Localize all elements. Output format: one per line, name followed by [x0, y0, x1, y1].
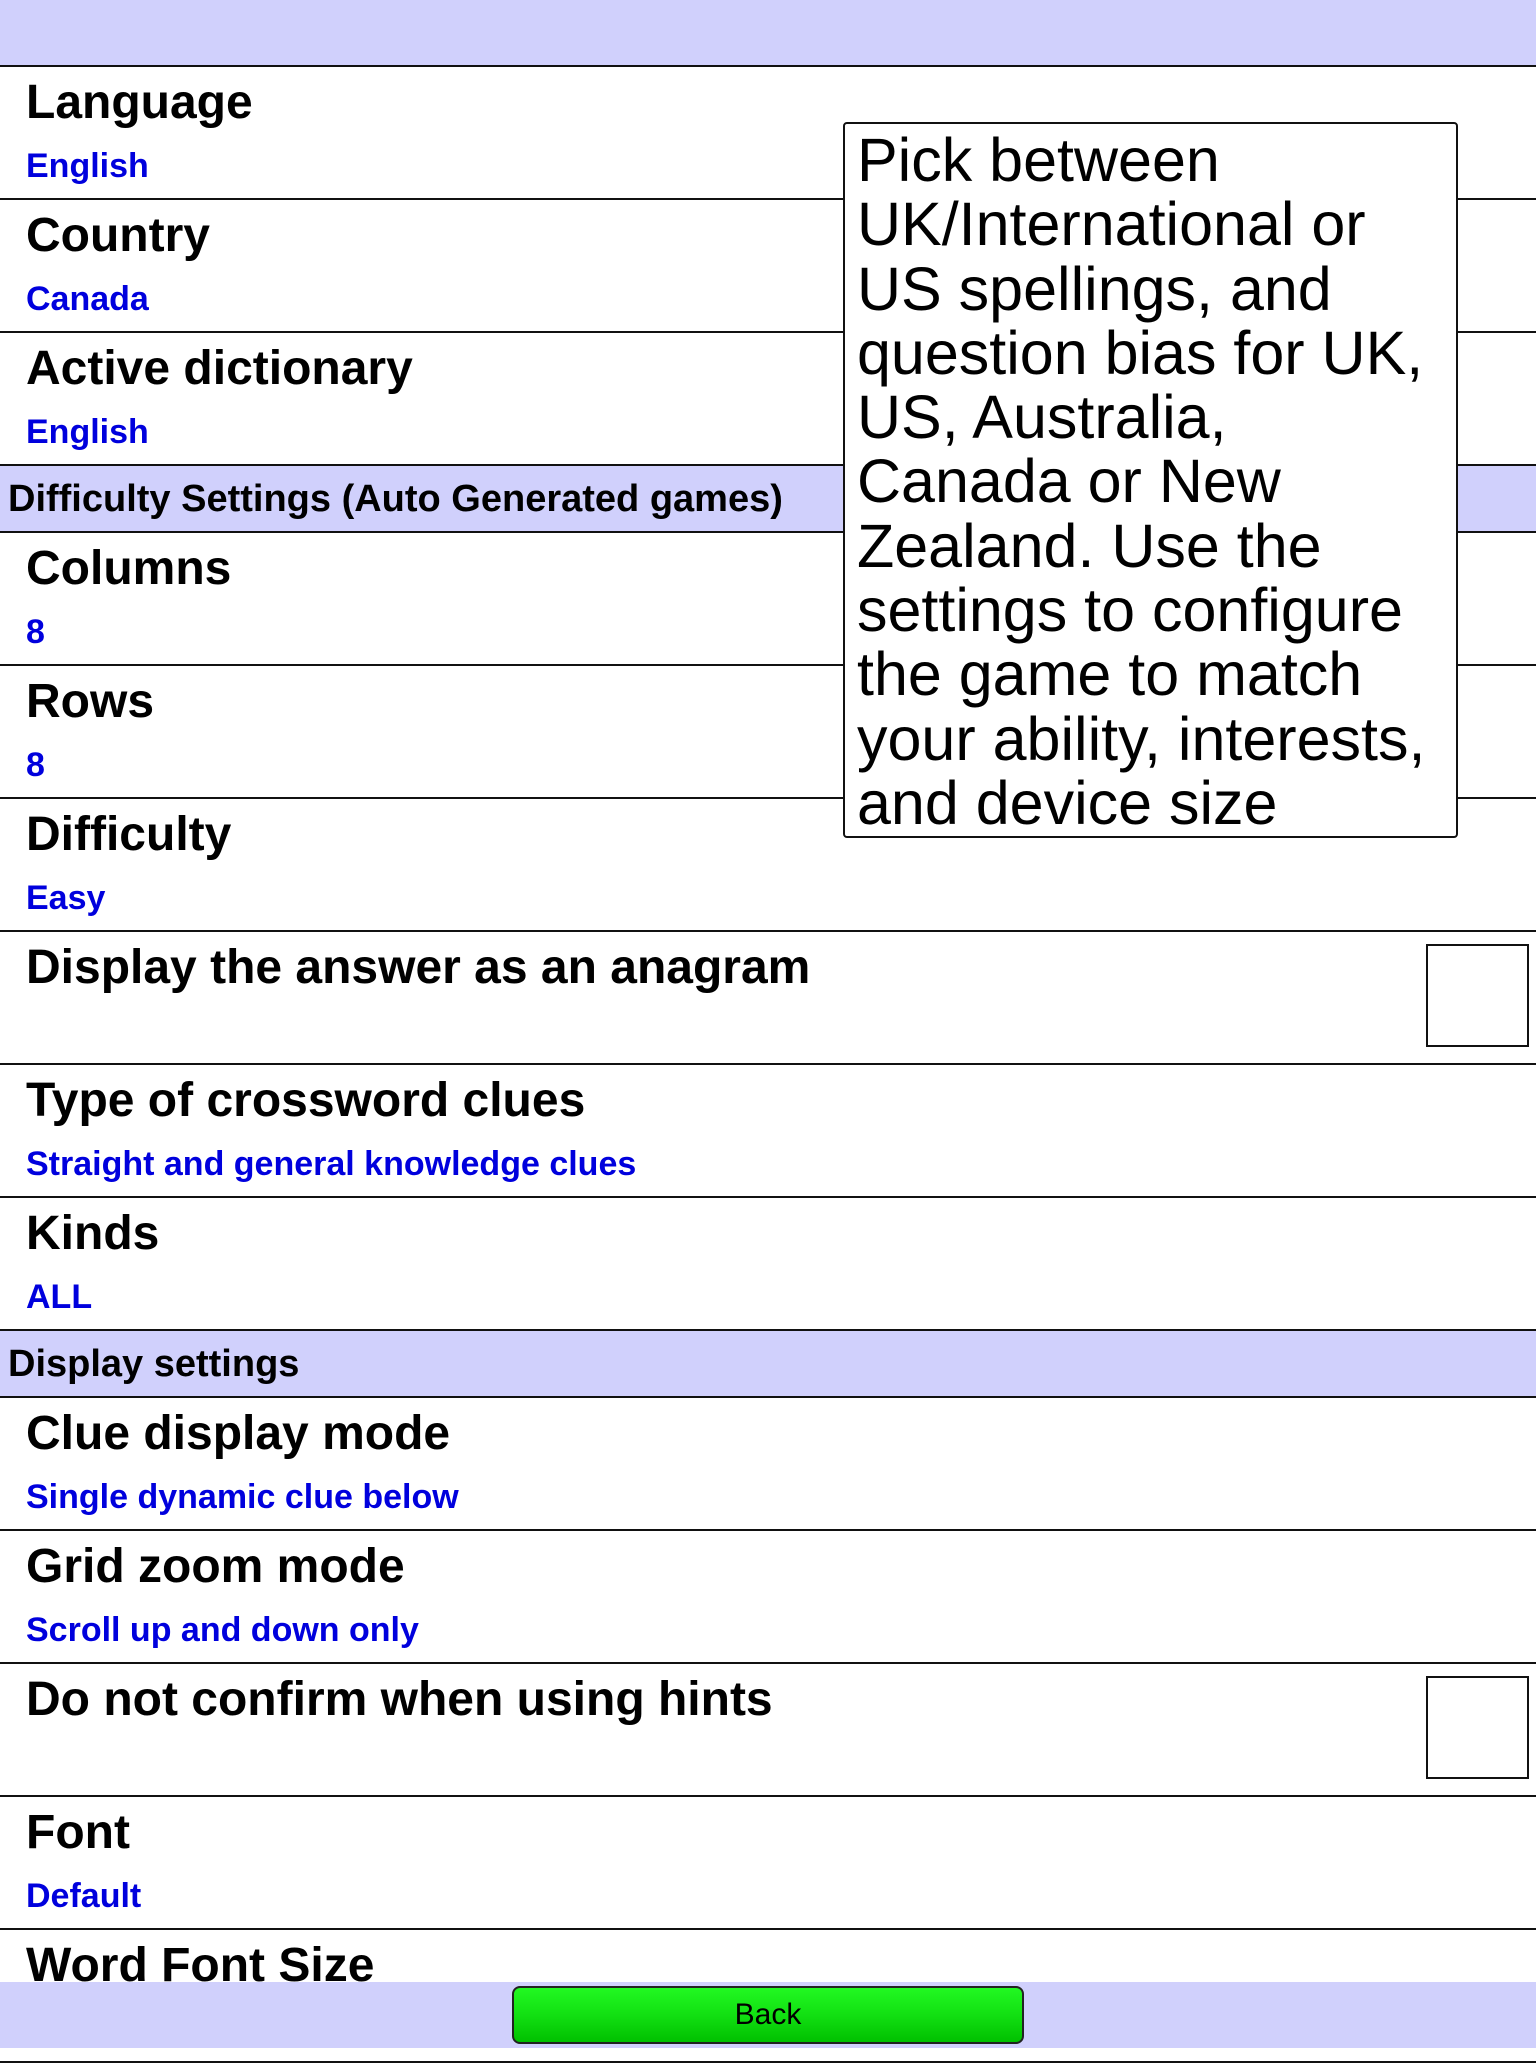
section-label: Display settings	[8, 1343, 300, 1385]
setting-title: Type of crossword clues	[26, 1074, 586, 1127]
top-bar	[0, 0, 1536, 67]
setting-title: Active dictionary	[26, 342, 413, 395]
setting-title: Language	[26, 76, 253, 129]
setting-value: English	[26, 147, 149, 185]
setting-title: Country	[26, 209, 210, 262]
no-confirm-hints-checkbox[interactable]	[1426, 1676, 1529, 1779]
setting-title: Columns	[26, 542, 232, 595]
setting-value: Scroll up and down only	[26, 1611, 419, 1649]
setting-value: 8	[26, 613, 45, 651]
bottom-bar: Back	[0, 1982, 1536, 2048]
setting-title: Difficulty	[26, 808, 232, 861]
help-tooltip: Pick between UK/International or US spel…	[843, 122, 1458, 838]
setting-grid-zoom-mode[interactable]: Grid zoom mode Scroll up and down only	[0, 1531, 1536, 1664]
setting-title: Font	[26, 1806, 130, 1859]
setting-clue-type[interactable]: Type of crossword clues Straight and gen…	[0, 1065, 1536, 1198]
setting-title: Display the answer as an anagram	[26, 941, 811, 994]
anagram-checkbox[interactable]	[1426, 944, 1529, 1047]
setting-kinds[interactable]: Kinds ALL	[0, 1198, 1536, 1331]
setting-title: Grid zoom mode	[26, 1540, 405, 1593]
setting-title: Clue display mode	[26, 1407, 451, 1460]
setting-value: Single dynamic clue below	[26, 1478, 459, 1516]
setting-value: English	[26, 413, 149, 451]
setting-value: ALL	[26, 1278, 93, 1316]
section-label: Difficulty Settings (Auto Generated game…	[8, 478, 783, 520]
setting-value: Default	[26, 1877, 142, 1915]
section-header-display: Display settings	[0, 1331, 1536, 1398]
setting-clue-display-mode[interactable]: Clue display mode Single dynamic clue be…	[0, 1398, 1536, 1531]
setting-value: 8	[26, 746, 45, 784]
setting-title: Do not confirm when using hints	[26, 1673, 773, 1726]
setting-value: Easy	[26, 879, 106, 917]
setting-title: Rows	[26, 675, 155, 728]
back-button[interactable]: Back	[512, 1986, 1024, 2044]
setting-title: Kinds	[26, 1207, 160, 1260]
setting-value: Straight and general knowledge clues	[26, 1145, 637, 1183]
setting-value: Canada	[26, 280, 149, 318]
setting-anagram[interactable]: Display the answer as an anagram	[0, 932, 1536, 1065]
setting-no-confirm-hints[interactable]: Do not confirm when using hints	[0, 1664, 1536, 1797]
setting-font[interactable]: Font Default	[0, 1797, 1536, 1930]
